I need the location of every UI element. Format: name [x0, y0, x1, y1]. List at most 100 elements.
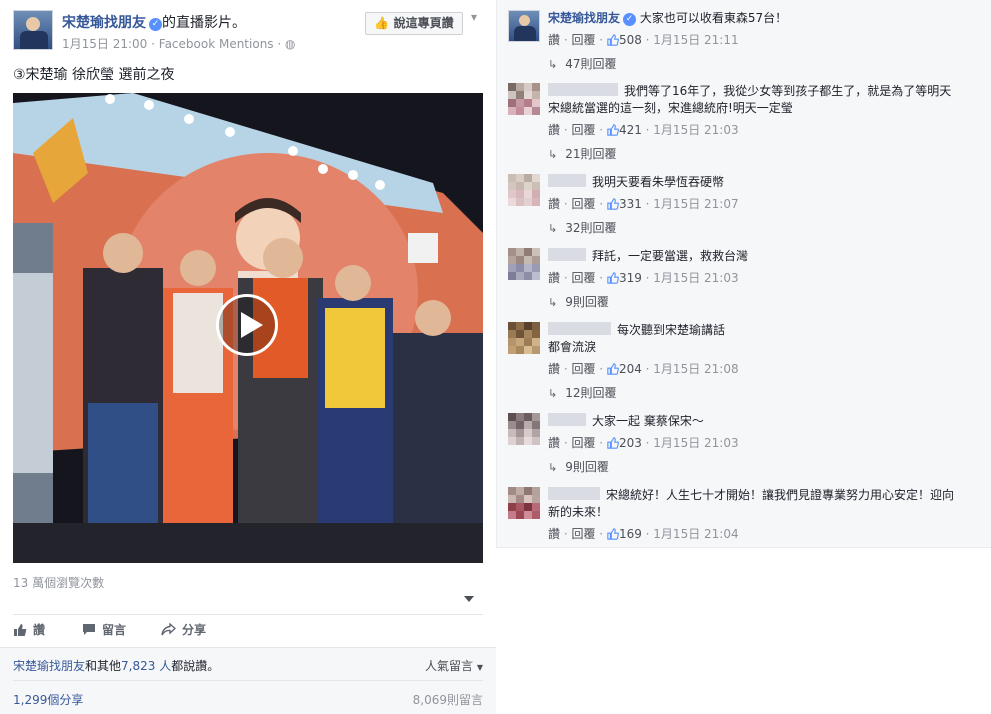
comment-like-count[interactable]: 204 [619, 362, 642, 376]
commenter-avatar[interactable] [508, 10, 540, 42]
view-replies-link[interactable]: ↳ 21則回覆 [548, 145, 617, 162]
view-replies-link[interactable]: ↳ 9則回覆 [548, 458, 609, 475]
comment-actions: 讚 · 回覆 · 508 · 1月15日 21:11 [548, 33, 739, 47]
comment-text: 宋總統好！人生七十才開始！讓我們見證專業努力用心安定！迎向新的未來！ [548, 487, 963, 521]
post-action-text: 的直播影片。 [162, 15, 246, 31]
comment-action-button[interactable]: 留言 [82, 621, 126, 638]
comment-reply-link[interactable]: 回覆 [571, 362, 595, 376]
commenter-name[interactable] [548, 413, 586, 426]
replies-count: 9則回覆 [565, 295, 609, 309]
view-replies-link[interactable]: ↳ 9則回覆 [548, 293, 609, 310]
thumbs-up-icon [607, 363, 619, 375]
post-meta: 1月15日 21:00 · Facebook Mentions · ◍ [62, 37, 296, 51]
likes-count-link[interactable]: 7,823 人 [121, 659, 171, 673]
comment-time[interactable]: 1月15日 21:04 [653, 527, 738, 541]
commenter-avatar[interactable] [508, 248, 540, 280]
replies-count: 32則回覆 [565, 221, 617, 235]
chevron-down-icon[interactable]: ▾ [471, 10, 477, 24]
view-replies-link[interactable]: ↳ 47則回覆 [548, 55, 617, 72]
post-text: ③宋楚瑜 徐欣瑩 選前之夜 [13, 67, 175, 83]
reply-arrow-icon: ↳ [548, 296, 558, 309]
comment-like-link[interactable]: 讚 [548, 123, 560, 137]
comment-actions: 讚 · 回覆 · 331 · 1月15日 21:07 [548, 197, 739, 211]
page-name-link[interactable]: 宋楚瑜找朋友 [62, 15, 146, 31]
like-page-button[interactable]: 👍 說這專頁讚 [365, 12, 463, 35]
play-icon [241, 312, 263, 338]
commenter-avatar[interactable] [508, 174, 540, 206]
commenter-avatar[interactable] [508, 322, 540, 354]
comment-action-label: 留言 [102, 623, 127, 637]
commenter-avatar[interactable] [508, 487, 540, 519]
comment-like-link[interactable]: 讚 [548, 197, 560, 211]
commenter-name[interactable] [548, 487, 600, 500]
reply-arrow-icon: ↳ [548, 148, 558, 161]
comment-actions: 讚 · 回覆 · 169 · 1月15日 21:04 [548, 527, 739, 541]
comment-like-count[interactable]: 203 [619, 436, 642, 450]
comment-time[interactable]: 1月15日 21:03 [653, 123, 738, 137]
comment-body: 宋總統好！人生七十才開始！讓我們見證專業努力用心安定！迎向新的未來！ [548, 488, 955, 519]
caret-down-icon[interactable] [464, 596, 474, 602]
commenter-avatar[interactable] [508, 413, 540, 445]
comment-like-count[interactable]: 331 [619, 197, 642, 211]
comment-sort-dropdown[interactable]: 人氣留言 ▼ [425, 657, 483, 674]
view-count: 13 萬個瀏覽次數 [13, 576, 105, 590]
commenter-name[interactable] [548, 322, 611, 335]
comment-reply-link[interactable]: 回覆 [571, 527, 595, 541]
comment-like-count[interactable]: 508 [619, 33, 642, 47]
post-header: 宋楚瑜找朋友 ✓ 的直播影片。 [62, 12, 246, 32]
likes-suffix-text: 都說讚。 [171, 659, 220, 673]
comment-like-link[interactable]: 讚 [548, 527, 560, 541]
comment-like-link[interactable]: 讚 [548, 362, 560, 376]
page-avatar[interactable] [13, 10, 53, 50]
comments-panel: 宋楚瑜找朋友 ✓ 大家也可以收看東森57台！ 讚 · 回覆 · 508 · 1月1… [496, 0, 991, 548]
commenter-name[interactable] [548, 174, 586, 187]
commenter-name[interactable]: 宋楚瑜找朋友 [548, 11, 620, 25]
comment-time[interactable]: 1月15日 21:07 [653, 197, 738, 211]
thumbs-up-icon [607, 528, 619, 540]
comment-reply-link[interactable]: 回覆 [571, 271, 595, 285]
comment-like-link[interactable]: 讚 [548, 271, 560, 285]
likes-page-link[interactable]: 宋楚瑜找朋友 [13, 659, 85, 673]
commenter-name[interactable] [548, 83, 618, 96]
comment-reply-link[interactable]: 回覆 [571, 33, 595, 47]
comment-like-count[interactable]: 319 [619, 271, 642, 285]
post-source[interactable]: Facebook Mentions [159, 37, 274, 51]
like-action-button[interactable]: 讚 [13, 621, 45, 638]
thumbs-up-icon [607, 34, 619, 46]
comments-count: 8,069則留言 [412, 693, 483, 707]
comment-time[interactable]: 1月15日 21:11 [653, 33, 738, 47]
comment-actions: 讚 · 回覆 · 203 · 1月15日 21:03 [548, 436, 739, 450]
divider [13, 680, 483, 681]
post-date[interactable]: 1月15日 21:00 [62, 37, 147, 51]
thumbs-up-icon [607, 272, 619, 284]
comment-actions: 讚 · 回覆 · 421 · 1月15日 21:03 [548, 123, 739, 137]
comment-reply-link[interactable]: 回覆 [571, 123, 595, 137]
thumbs-up-icon [14, 623, 27, 636]
commenter-name[interactable] [548, 248, 586, 261]
share-action-label: 分享 [182, 623, 207, 637]
comment-text: 每次聽到宋楚瑜講話 都會流淚 [548, 322, 963, 356]
comment-like-link[interactable]: 讚 [548, 33, 560, 47]
replies-count: 21則回覆 [565, 147, 617, 161]
comment-time[interactable]: 1月15日 21:03 [653, 436, 738, 450]
play-button[interactable] [216, 294, 278, 356]
comment-body: 大家也可以收看東森57台！ [639, 11, 788, 25]
view-replies-link[interactable]: ↳ 32則回覆 [548, 219, 617, 236]
video-player[interactable] [13, 93, 483, 563]
comment-time[interactable]: 1月15日 21:08 [653, 362, 738, 376]
commenter-avatar[interactable] [508, 83, 540, 115]
comment-reply-link[interactable]: 回覆 [571, 436, 595, 450]
comment-reply-link[interactable]: 回覆 [571, 197, 595, 211]
reply-arrow-icon: ↳ [548, 222, 558, 235]
like-page-label: 說這專頁讚 [393, 16, 454, 30]
shares-count[interactable]: 1,299個分享 [13, 691, 83, 708]
comment-like-link[interactable]: 讚 [548, 436, 560, 450]
comment-time[interactable]: 1月15日 21:03 [653, 271, 738, 285]
comment-like-count[interactable]: 421 [619, 123, 642, 137]
comment-text: 宋楚瑜找朋友 ✓ 大家也可以收看東森57台！ [548, 10, 963, 27]
comment-like-count[interactable]: 169 [619, 527, 642, 541]
like-action-label: 讚 [33, 623, 46, 637]
share-action-button[interactable]: 分享 [161, 621, 206, 638]
sort-label: 人氣留言 [425, 659, 474, 673]
view-replies-link[interactable]: ↳ 12則回覆 [548, 384, 617, 401]
